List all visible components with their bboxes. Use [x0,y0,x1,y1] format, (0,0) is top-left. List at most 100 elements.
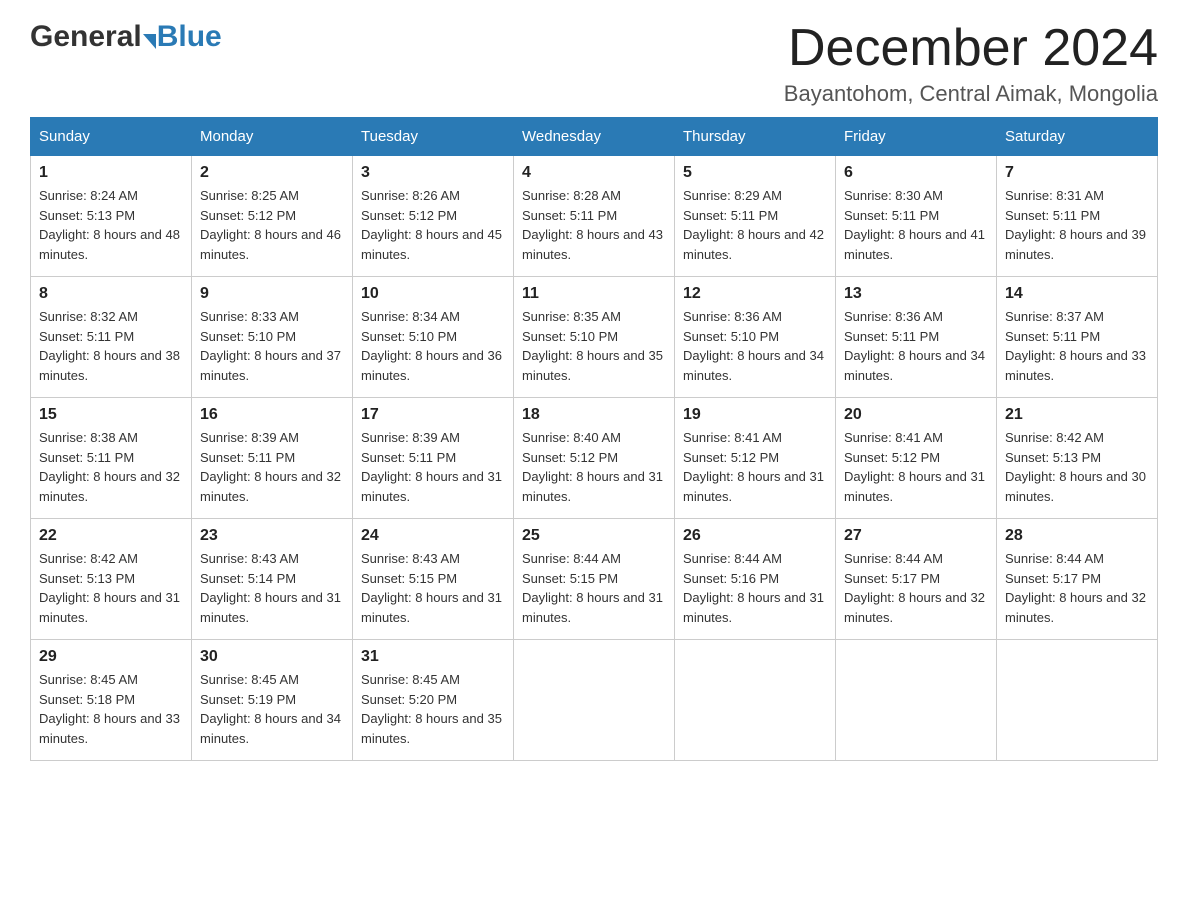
daylight-label: Daylight: 8 hours and 37 minutes. [200,348,341,383]
day-number: 21 [1005,406,1149,424]
table-row: 29 Sunrise: 8:45 AM Sunset: 5:18 PM Dayl… [31,640,192,761]
sunrise-label: Sunrise: 8:38 AM [39,430,138,445]
daylight-label: Daylight: 8 hours and 38 minutes. [39,348,180,383]
day-number: 1 [39,164,183,182]
day-number: 28 [1005,527,1149,545]
table-row: 5 Sunrise: 8:29 AM Sunset: 5:11 PM Dayli… [675,156,836,277]
daylight-label: Daylight: 8 hours and 36 minutes. [361,348,502,383]
table-row: 28 Sunrise: 8:44 AM Sunset: 5:17 PM Dayl… [997,519,1158,640]
daylight-label: Daylight: 8 hours and 31 minutes. [522,469,663,504]
sunrise-label: Sunrise: 8:45 AM [39,672,138,687]
sunset-label: Sunset: 5:16 PM [683,571,779,586]
day-info: Sunrise: 8:38 AM Sunset: 5:11 PM Dayligh… [39,428,183,506]
day-number: 26 [683,527,827,545]
sunset-label: Sunset: 5:12 PM [844,450,940,465]
sunset-label: Sunset: 5:10 PM [683,329,779,344]
calendar-week-row: 15 Sunrise: 8:38 AM Sunset: 5:11 PM Dayl… [31,398,1158,519]
table-row: 14 Sunrise: 8:37 AM Sunset: 5:11 PM Dayl… [997,277,1158,398]
sunrise-label: Sunrise: 8:41 AM [844,430,943,445]
sunset-label: Sunset: 5:15 PM [522,571,618,586]
table-row: 16 Sunrise: 8:39 AM Sunset: 5:11 PM Dayl… [192,398,353,519]
day-number: 20 [844,406,988,424]
day-info: Sunrise: 8:44 AM Sunset: 5:17 PM Dayligh… [844,549,988,627]
sunrise-label: Sunrise: 8:29 AM [683,188,782,203]
day-info: Sunrise: 8:39 AM Sunset: 5:11 PM Dayligh… [361,428,505,506]
day-info: Sunrise: 8:31 AM Sunset: 5:11 PM Dayligh… [1005,186,1149,264]
sunset-label: Sunset: 5:11 PM [844,329,939,344]
sunrise-label: Sunrise: 8:28 AM [522,188,621,203]
daylight-label: Daylight: 8 hours and 32 minutes. [39,469,180,504]
daylight-label: Daylight: 8 hours and 32 minutes. [200,469,341,504]
table-row: 7 Sunrise: 8:31 AM Sunset: 5:11 PM Dayli… [997,156,1158,277]
sunset-label: Sunset: 5:13 PM [39,571,135,586]
daylight-label: Daylight: 8 hours and 31 minutes. [39,590,180,625]
daylight-label: Daylight: 8 hours and 35 minutes. [522,348,663,383]
sunrise-label: Sunrise: 8:36 AM [844,309,943,324]
day-info: Sunrise: 8:25 AM Sunset: 5:12 PM Dayligh… [200,186,344,264]
logo-triangle-icon [143,34,156,49]
day-number: 25 [522,527,666,545]
daylight-label: Daylight: 8 hours and 48 minutes. [39,227,180,262]
daylight-label: Daylight: 8 hours and 31 minutes. [683,590,824,625]
table-row [997,640,1158,761]
sunrise-label: Sunrise: 8:42 AM [1005,430,1104,445]
table-row: 30 Sunrise: 8:45 AM Sunset: 5:19 PM Dayl… [192,640,353,761]
col-thursday: Thursday [675,118,836,156]
calendar-week-row: 22 Sunrise: 8:42 AM Sunset: 5:13 PM Dayl… [31,519,1158,640]
day-number: 13 [844,285,988,303]
table-row: 1 Sunrise: 8:24 AM Sunset: 5:13 PM Dayli… [31,156,192,277]
sunrise-label: Sunrise: 8:31 AM [1005,188,1104,203]
table-row: 6 Sunrise: 8:30 AM Sunset: 5:11 PM Dayli… [836,156,997,277]
sunset-label: Sunset: 5:11 PM [844,208,939,223]
day-info: Sunrise: 8:32 AM Sunset: 5:11 PM Dayligh… [39,307,183,385]
table-row: 21 Sunrise: 8:42 AM Sunset: 5:13 PM Dayl… [997,398,1158,519]
sunrise-label: Sunrise: 8:26 AM [361,188,460,203]
table-row: 31 Sunrise: 8:45 AM Sunset: 5:20 PM Dayl… [353,640,514,761]
daylight-label: Daylight: 8 hours and 32 minutes. [844,590,985,625]
logo-general-text: General [30,20,142,54]
table-row: 24 Sunrise: 8:43 AM Sunset: 5:15 PM Dayl… [353,519,514,640]
day-number: 9 [200,285,344,303]
daylight-label: Daylight: 8 hours and 33 minutes. [39,711,180,746]
table-row [514,640,675,761]
sunrise-label: Sunrise: 8:32 AM [39,309,138,324]
table-row: 27 Sunrise: 8:44 AM Sunset: 5:17 PM Dayl… [836,519,997,640]
sunset-label: Sunset: 5:12 PM [683,450,779,465]
sunset-label: Sunset: 5:17 PM [844,571,940,586]
table-row: 12 Sunrise: 8:36 AM Sunset: 5:10 PM Dayl… [675,277,836,398]
day-number: 19 [683,406,827,424]
day-info: Sunrise: 8:26 AM Sunset: 5:12 PM Dayligh… [361,186,505,264]
sunset-label: Sunset: 5:11 PM [361,450,456,465]
day-number: 27 [844,527,988,545]
calendar-week-row: 1 Sunrise: 8:24 AM Sunset: 5:13 PM Dayli… [31,156,1158,277]
day-number: 11 [522,285,666,303]
day-info: Sunrise: 8:28 AM Sunset: 5:11 PM Dayligh… [522,186,666,264]
daylight-label: Daylight: 8 hours and 31 minutes. [683,469,824,504]
table-row: 17 Sunrise: 8:39 AM Sunset: 5:11 PM Dayl… [353,398,514,519]
sunset-label: Sunset: 5:11 PM [1005,208,1100,223]
sunrise-label: Sunrise: 8:43 AM [361,551,460,566]
daylight-label: Daylight: 8 hours and 31 minutes. [200,590,341,625]
daylight-label: Daylight: 8 hours and 31 minutes. [361,469,502,504]
table-row [675,640,836,761]
sunset-label: Sunset: 5:11 PM [1005,329,1100,344]
table-row: 18 Sunrise: 8:40 AM Sunset: 5:12 PM Dayl… [514,398,675,519]
sunrise-label: Sunrise: 8:44 AM [522,551,621,566]
daylight-label: Daylight: 8 hours and 41 minutes. [844,227,985,262]
sunset-label: Sunset: 5:10 PM [522,329,618,344]
daylight-label: Daylight: 8 hours and 34 minutes. [683,348,824,383]
sunset-label: Sunset: 5:19 PM [200,692,296,707]
sunset-label: Sunset: 5:10 PM [200,329,296,344]
day-info: Sunrise: 8:29 AM Sunset: 5:11 PM Dayligh… [683,186,827,264]
logo: General Blue [30,20,222,54]
day-info: Sunrise: 8:44 AM Sunset: 5:16 PM Dayligh… [683,549,827,627]
sunrise-label: Sunrise: 8:45 AM [361,672,460,687]
sunrise-label: Sunrise: 8:44 AM [844,551,943,566]
table-row: 26 Sunrise: 8:44 AM Sunset: 5:16 PM Dayl… [675,519,836,640]
day-number: 10 [361,285,505,303]
day-info: Sunrise: 8:39 AM Sunset: 5:11 PM Dayligh… [200,428,344,506]
table-row: 15 Sunrise: 8:38 AM Sunset: 5:11 PM Dayl… [31,398,192,519]
day-number: 15 [39,406,183,424]
sunrise-label: Sunrise: 8:33 AM [200,309,299,324]
day-info: Sunrise: 8:24 AM Sunset: 5:13 PM Dayligh… [39,186,183,264]
